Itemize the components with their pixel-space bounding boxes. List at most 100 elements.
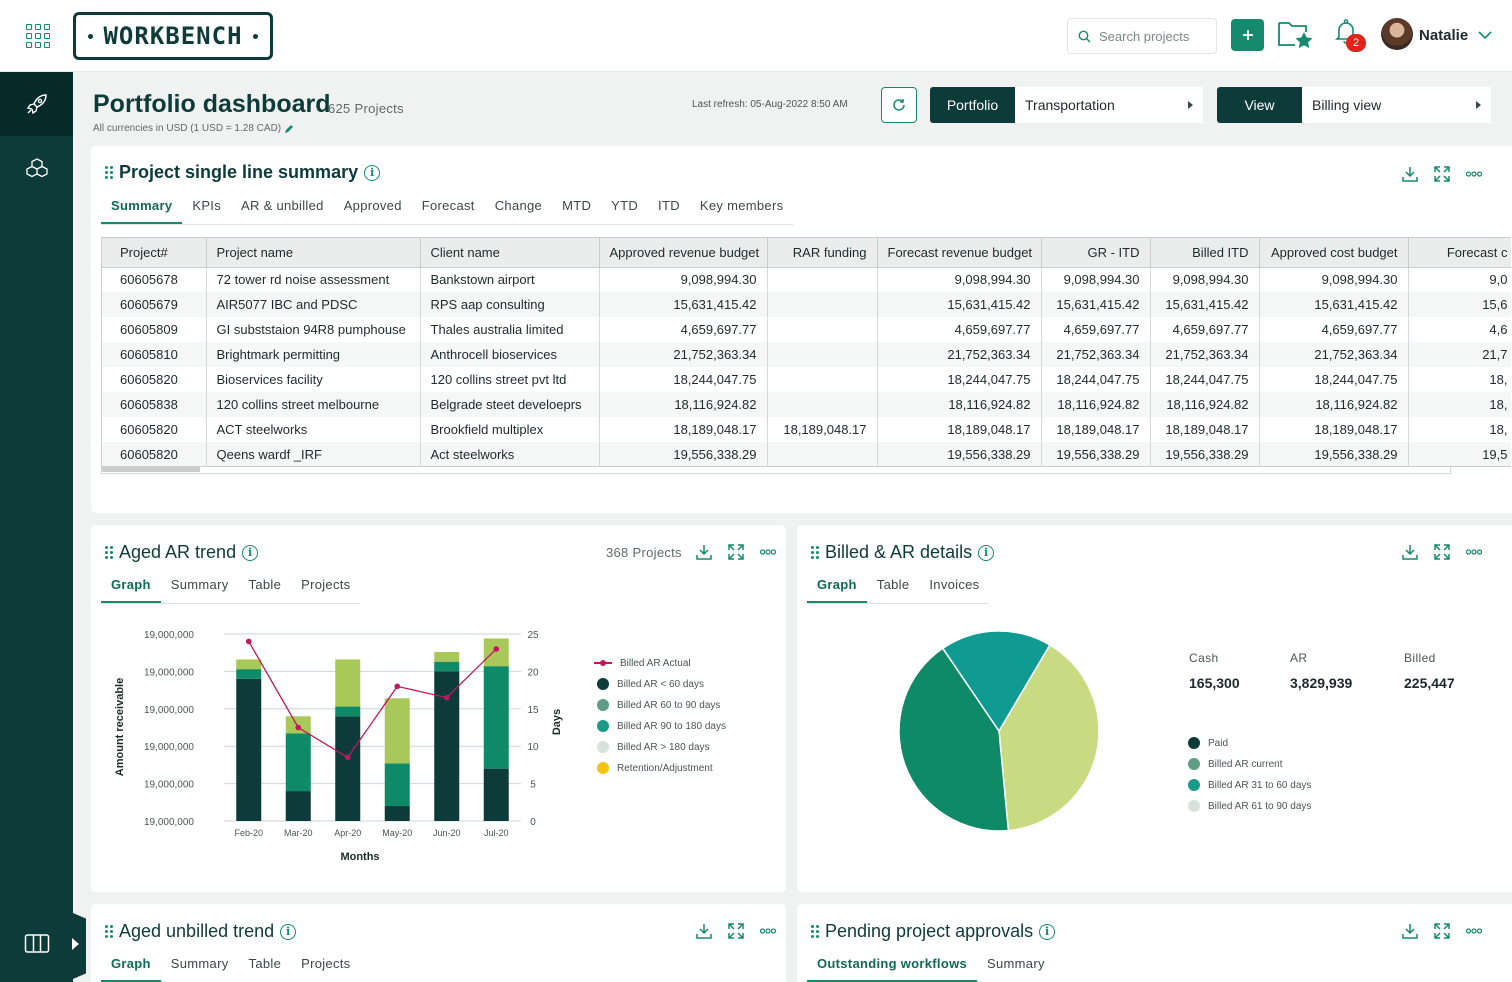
info-icon[interactable]: i (280, 923, 297, 940)
column-header[interactable]: Client name (420, 238, 600, 268)
download-icon[interactable] (1401, 165, 1419, 183)
search-box[interactable] (1067, 18, 1217, 54)
tab-summary[interactable]: Summary (977, 956, 1055, 982)
bar-segment[interactable] (335, 659, 361, 707)
tab-ar-unbilled[interactable]: AR & unbilled (231, 198, 334, 224)
table-row[interactable]: 60605810 Brightmark permitting Anthrocell … (102, 342, 1511, 367)
favorite-folder-icon[interactable] (1277, 17, 1315, 51)
info-icon[interactable]: i (242, 544, 259, 561)
column-header[interactable]: Approved revenue budget (599, 238, 768, 268)
tab-table[interactable]: Table (239, 577, 292, 603)
legend-item[interactable]: Paid (1188, 737, 1311, 749)
bar-segment[interactable] (384, 698, 410, 764)
download-icon[interactable] (1401, 543, 1419, 561)
expand-icon[interactable] (1433, 543, 1451, 561)
column-header[interactable]: Approved cost budget (1259, 238, 1409, 268)
bar-segment[interactable] (434, 661, 460, 672)
tab-table[interactable]: Table (867, 577, 920, 603)
tab-itd[interactable]: ITD (648, 198, 690, 224)
legend-item[interactable]: Retention/Adjustment (597, 762, 726, 774)
bar-segment[interactable] (236, 678, 262, 821)
tab-projects[interactable]: Projects (291, 956, 360, 982)
columns-icon[interactable] (24, 932, 50, 954)
view-selector[interactable]: View Billing view (1217, 87, 1491, 123)
scrollbar-thumb[interactable] (102, 467, 200, 472)
avatar[interactable] (1381, 18, 1413, 50)
table-row[interactable]: 60605809 GI subststaion 94R8 pumphouse Tha… (102, 317, 1511, 342)
legend-item[interactable]: Billed AR current (1188, 758, 1311, 770)
bar-segment[interactable] (285, 791, 311, 821)
column-header[interactable]: Project name (206, 238, 421, 268)
sidebar-item-modules[interactable] (0, 136, 73, 200)
refresh-button[interactable] (881, 87, 917, 123)
line-point[interactable] (394, 683, 401, 690)
column-header[interactable]: Forecast c (1408, 238, 1511, 268)
table-row[interactable]: 60605679 AIR5077 IBC and PDSC RPS aap cons… (102, 292, 1511, 317)
table-row[interactable]: 60605838 120 collins street melbourne Belg… (102, 392, 1511, 417)
line-point[interactable] (344, 754, 351, 761)
drag-handle-icon[interactable] (105, 925, 113, 938)
tab-outstanding-workflows[interactable]: Outstanding workflows (807, 956, 978, 982)
more-icon[interactable] (1465, 543, 1483, 561)
bar-segment[interactable] (335, 706, 361, 717)
legend-item[interactable]: Billed AR 90 to 180 days (597, 720, 726, 732)
legend-item[interactable]: Billed AR Actual (594, 657, 726, 669)
line-point[interactable] (493, 646, 500, 652)
app-grid-icon[interactable] (26, 24, 52, 48)
expand-icon[interactable] (1433, 165, 1451, 183)
tab-mtd[interactable]: MTD (552, 198, 601, 224)
tab-graph[interactable]: Graph (101, 577, 161, 603)
drag-handle-icon[interactable] (105, 546, 113, 559)
download-icon[interactable] (1401, 922, 1419, 940)
workbench-logo[interactable]: WORKBENCH (73, 12, 273, 60)
bar-segment[interactable] (483, 638, 509, 667)
bar-segment[interactable] (483, 768, 509, 821)
bar-segment[interactable] (285, 733, 311, 792)
info-icon[interactable]: i (1039, 923, 1056, 940)
more-icon[interactable] (1465, 165, 1483, 183)
tab-forecast[interactable]: Forecast (412, 198, 485, 224)
drag-handle-icon[interactable] (105, 166, 113, 179)
tab-kpis[interactable]: KPIs (182, 198, 231, 224)
column-header[interactable]: Billed ITD (1150, 238, 1260, 268)
tab-summary[interactable]: Summary (161, 577, 239, 603)
drag-handle-icon[interactable] (811, 546, 819, 559)
bar-segment[interactable] (434, 671, 460, 821)
info-icon[interactable]: i (364, 164, 381, 181)
tab-projects[interactable]: Projects (291, 577, 360, 603)
chevron-down-icon[interactable] (1478, 31, 1492, 40)
legend-item[interactable]: Billed AR 60 to 90 days (597, 699, 726, 711)
bar-segment[interactable] (483, 666, 509, 769)
expand-arrow-icon[interactable] (72, 938, 79, 950)
expand-icon[interactable] (727, 543, 745, 561)
download-icon[interactable] (695, 922, 713, 940)
tab-change[interactable]: Change (485, 198, 552, 224)
view-dropdown[interactable]: Billing view (1302, 87, 1491, 123)
tab-graph[interactable]: Graph (807, 577, 867, 603)
table-row[interactable]: 60605820 Qeens wardf _IRF Act steelworks 19… (102, 442, 1511, 466)
add-button[interactable] (1231, 19, 1264, 51)
tab-ytd[interactable]: YTD (601, 198, 648, 224)
line-point[interactable] (443, 694, 450, 701)
sidebar-item-launch[interactable] (0, 72, 73, 136)
tab-approved[interactable]: Approved (334, 198, 412, 224)
tab-summary[interactable]: Summary (161, 956, 239, 982)
line-point[interactable] (295, 724, 302, 731)
bar-segment[interactable] (236, 659, 262, 670)
column-header[interactable]: GR - ITD (1041, 238, 1151, 268)
portfolio-selector[interactable]: Portfolio Transportation (930, 87, 1203, 123)
table-row[interactable]: 60605820 ACT steelworks Brookfield multipl… (102, 417, 1511, 442)
bar-segment[interactable] (335, 716, 361, 821)
bar-segment[interactable] (384, 806, 410, 821)
more-icon[interactable] (759, 543, 777, 561)
search-input[interactable] (1099, 28, 1209, 44)
portfolio-dropdown[interactable]: Transportation (1015, 87, 1203, 123)
column-header[interactable]: Forecast revenue budget (877, 238, 1042, 268)
expand-icon[interactable] (1433, 922, 1451, 940)
more-icon[interactable] (759, 922, 777, 940)
edit-pencil-icon[interactable] (284, 124, 294, 134)
tab-graph[interactable]: Graph (101, 956, 161, 982)
user-name[interactable]: Natalie (1419, 27, 1468, 44)
table-row[interactable]: 60605678 72 tower rd noise assessment Bank… (102, 267, 1511, 292)
bar-segment[interactable] (434, 651, 460, 662)
